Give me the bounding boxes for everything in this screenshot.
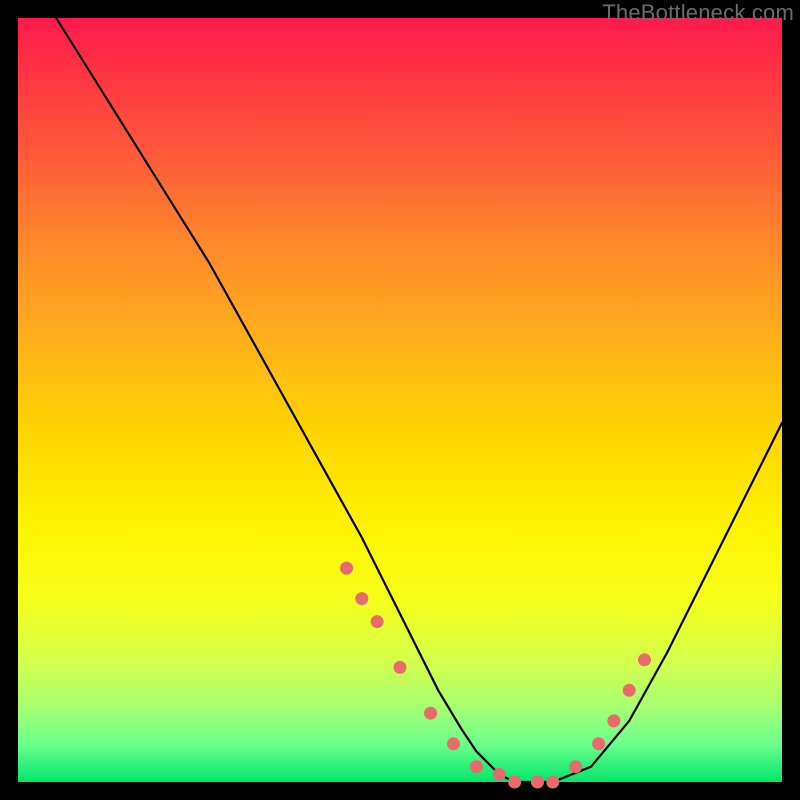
marker-group: [340, 562, 651, 789]
marker-dot: [394, 661, 407, 674]
watermark-text: TheBottleneck.com: [602, 0, 794, 26]
marker-dot: [493, 768, 506, 781]
marker-dot: [371, 615, 384, 628]
marker-dot: [508, 776, 521, 789]
marker-dot: [592, 737, 605, 750]
marker-dot: [340, 562, 353, 575]
marker-dot: [546, 776, 559, 789]
marker-dot: [531, 776, 544, 789]
marker-dot: [569, 760, 582, 773]
chart-frame: TheBottleneck.com: [0, 0, 800, 800]
marker-dot: [470, 760, 483, 773]
bottleneck-curve-path: [56, 18, 782, 782]
marker-dot: [447, 737, 460, 750]
marker-dot: [638, 653, 651, 666]
marker-dot: [607, 714, 620, 727]
marker-dot: [424, 707, 437, 720]
chart-svg: [18, 18, 782, 782]
plot-area: [18, 18, 782, 782]
marker-dot: [623, 684, 636, 697]
marker-dot: [355, 592, 368, 605]
